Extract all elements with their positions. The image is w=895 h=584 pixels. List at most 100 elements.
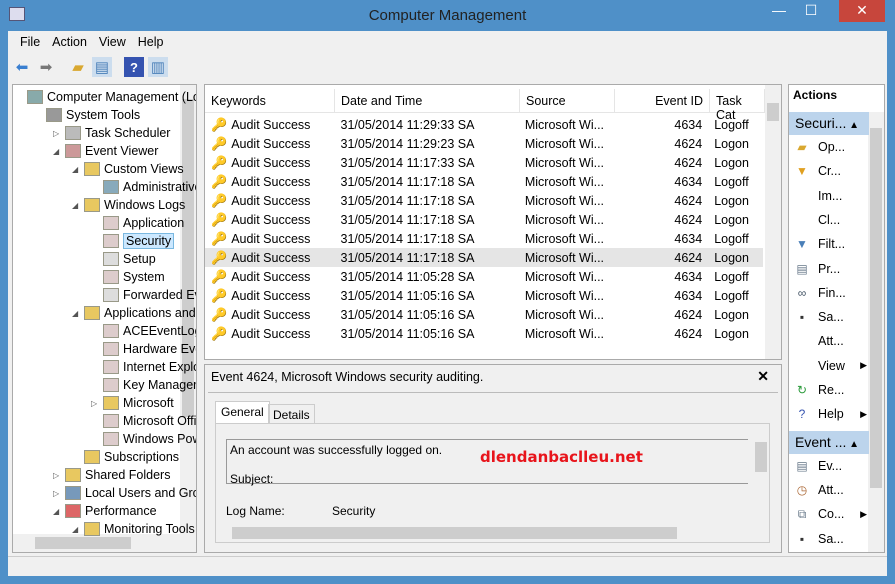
tab-general[interactable]: General: [215, 401, 270, 423]
table-row[interactable]: 🔑 Audit Success 31/05/2014 11:17:18 SA Micr…: [205, 229, 763, 248]
column-header[interactable]: Event ID: [615, 89, 710, 112]
actions-scrollbar[interactable]: [868, 112, 884, 552]
column-header[interactable]: Source: [520, 89, 615, 112]
action-group-header[interactable]: Securi... ▲: [789, 112, 869, 135]
action-pane-icon[interactable]: ▥: [148, 57, 168, 77]
table-row[interactable]: 🔑 Audit Success 31/05/2014 11:17:33 SA Micr…: [205, 153, 763, 172]
tab-details[interactable]: Details: [268, 404, 315, 425]
forward-icon[interactable]: ➡: [36, 57, 56, 77]
back-icon[interactable]: ⬅: [12, 57, 32, 77]
table-row[interactable]: 🔑 Audit Success 31/05/2014 11:05:28 SA Micr…: [205, 267, 763, 286]
cell-text: 4634: [674, 174, 703, 189]
maximize-button[interactable]: ☐: [796, 0, 826, 22]
detail-hscrollbar[interactable]: [216, 524, 769, 542]
event-list-scrollbar[interactable]: [765, 85, 781, 359]
tree-item[interactable]: Internet Explorer: [91, 358, 196, 376]
action-item[interactable]: ? Help ▶: [789, 403, 869, 425]
cell-text: Audit Success: [231, 174, 311, 189]
table-row[interactable]: 🔑 Audit Success 31/05/2014 11:05:16 SA Micr…: [205, 305, 763, 324]
close-button[interactable]: ✕: [839, 0, 885, 22]
tree-item[interactable]: ACEEventLog: [91, 322, 196, 340]
menu-help[interactable]: Help: [132, 33, 170, 53]
up-folder-icon[interactable]: ▰: [68, 57, 88, 77]
collapse-icon[interactable]: ◢: [72, 525, 84, 534]
tree-item[interactable]: Setup: [91, 250, 156, 268]
help-icon[interactable]: ?: [124, 57, 144, 77]
tree-item[interactable]: Windows PowerShell: [91, 430, 196, 448]
tree-item[interactable]: Microsoft Office Alerts: [91, 412, 196, 430]
action-item[interactable]: ▪ Sa...: [789, 306, 869, 328]
tree-item[interactable]: ◢ Applications and Services Logs: [72, 304, 196, 322]
action-item[interactable]: ▤ Ev...: [789, 455, 869, 477]
tree-item[interactable]: ◢ Windows Logs: [72, 196, 185, 214]
detail-scrollbar[interactable]: [753, 424, 769, 524]
table-row[interactable]: 🔑 Audit Success 31/05/2014 11:29:33 SA Micr…: [205, 115, 763, 134]
collapse-icon[interactable]: ◢: [72, 165, 84, 174]
message-box[interactable]: An account was successfully logged on. S…: [226, 439, 748, 486]
table-row[interactable]: 🔑 Audit Success 31/05/2014 11:05:16 SA Micr…: [205, 324, 763, 343]
table-row[interactable]: 🔑 Audit Success 31/05/2014 11:29:23 SA Micr…: [205, 134, 763, 153]
menu-view[interactable]: View: [93, 33, 132, 53]
tree-item[interactable]: ▷ Local Users and Groups: [53, 484, 196, 502]
action-item[interactable]: Att...: [789, 330, 869, 352]
column-header[interactable]: Date and Time: [335, 89, 520, 112]
expand-icon[interactable]: ▷: [53, 129, 65, 138]
action-item[interactable]: ▰ Op...: [789, 136, 869, 158]
tree-node-icon: [84, 306, 100, 320]
table-cell: Microsoft Wi...: [519, 156, 614, 170]
collapse-icon[interactable]: ◢: [53, 507, 65, 516]
menu-action[interactable]: Action: [46, 33, 93, 53]
table-row[interactable]: 🔑 Audit Success 31/05/2014 11:17:18 SA Micr…: [205, 172, 763, 191]
cell-text: 4634: [674, 231, 703, 246]
tree-item[interactable]: Administrative Events: [91, 178, 196, 196]
action-item[interactable]: ⧉ Co... ▶: [789, 503, 869, 525]
table-cell: Logoff: [708, 289, 763, 303]
action-item[interactable]: ↻ Re...: [789, 379, 869, 401]
action-item[interactable]: ▼ Filt...: [789, 233, 869, 255]
column-header[interactable]: Task Cat: [710, 89, 765, 122]
tree-item[interactable]: ▷ Microsoft: [91, 394, 174, 412]
table-row[interactable]: 🔑 Audit Success 31/05/2014 11:17:18 SA Micr…: [205, 210, 763, 229]
expand-icon[interactable]: ▷: [53, 489, 65, 498]
tree-item[interactable]: System Tools: [34, 106, 140, 124]
table-row[interactable]: 🔑 Audit Success 31/05/2014 11:17:18 SA Micr…: [205, 248, 763, 267]
tree-item[interactable]: Hardware Events: [91, 340, 196, 358]
action-item[interactable]: ▤ Pr...: [789, 258, 869, 280]
tree-item[interactable]: Forwarded Events: [91, 286, 196, 304]
tree-item[interactable]: ▷ Shared Folders: [53, 466, 170, 484]
action-item[interactable]: Cl...: [789, 209, 869, 231]
action-item[interactable]: View ▶: [789, 355, 869, 377]
expand-icon[interactable]: ▷: [53, 471, 65, 480]
minimize-button[interactable]: —: [764, 0, 794, 22]
tree-item[interactable]: Key Management Service: [91, 376, 196, 394]
action-item[interactable]: ◷ Att...: [789, 479, 869, 501]
tree-item[interactable]: Application: [91, 214, 184, 232]
tree-item[interactable]: Security: [91, 232, 175, 250]
tree-item[interactable]: ◢ Monitoring Tools: [72, 520, 195, 538]
collapse-icon[interactable]: ▲: [846, 120, 859, 131]
tree-item[interactable]: System: [91, 268, 165, 286]
action-item[interactable]: ∞ Fin...: [789, 282, 869, 304]
collapse-icon[interactable]: ▲: [846, 439, 859, 450]
tree-item[interactable]: ◢ Event Viewer: [53, 142, 158, 160]
show-hide-tree-icon[interactable]: ▤: [92, 57, 112, 77]
table-row[interactable]: 🔑 Audit Success 31/05/2014 11:05:16 SA Micr…: [205, 286, 763, 305]
action-item[interactable]: ▼ Cr...: [789, 160, 869, 182]
expand-icon[interactable]: ▷: [91, 399, 103, 408]
collapse-icon[interactable]: ◢: [53, 147, 65, 156]
key-icon: 🔑: [211, 192, 228, 208]
tree-item[interactable]: Subscriptions: [72, 448, 179, 466]
collapse-icon[interactable]: ◢: [72, 201, 84, 210]
action-item[interactable]: Im...: [789, 185, 869, 207]
close-detail-icon[interactable]: ✕: [757, 368, 769, 385]
column-header[interactable]: Keywords: [205, 89, 335, 112]
collapse-icon[interactable]: ◢: [72, 309, 84, 318]
tree-item[interactable]: ◢ Custom Views: [72, 160, 184, 178]
tree-item[interactable]: ◢ Performance: [53, 502, 157, 520]
table-row[interactable]: 🔑 Audit Success 31/05/2014 11:17:18 SA Micr…: [205, 191, 763, 210]
action-group-header[interactable]: Event ... ▲: [789, 430, 869, 454]
tree-item[interactable]: Computer Management (Local: [15, 88, 196, 106]
action-item[interactable]: ▪ Sa...: [789, 528, 869, 550]
menu-file[interactable]: File: [14, 33, 46, 53]
tree-item[interactable]: ▷ Task Scheduler: [53, 124, 170, 142]
